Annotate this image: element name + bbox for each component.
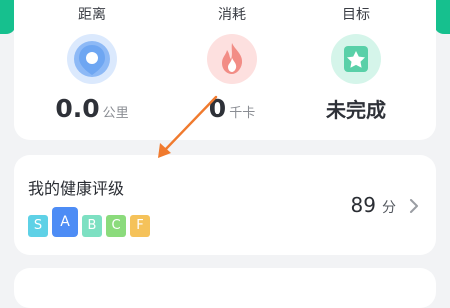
stat-distance-value-row: 0.0 公里 bbox=[22, 94, 162, 123]
next-card bbox=[14, 268, 436, 308]
stat-distance-label: 距离 bbox=[78, 7, 106, 23]
stat-goal[interactable]: 目标 未完成 bbox=[286, 0, 426, 140]
stat-calories-value-row: 0 千卡 bbox=[162, 94, 302, 123]
header-accent-right bbox=[434, 0, 450, 34]
stat-calories[interactable]: 消耗 0 千卡 bbox=[162, 0, 302, 140]
health-score-unit: 分 bbox=[382, 200, 396, 216]
stat-distance-unit: 公里 bbox=[102, 106, 129, 121]
flame-icon bbox=[207, 34, 257, 84]
grade-badge-f: F bbox=[130, 215, 150, 237]
health-score-value: 89 bbox=[350, 193, 376, 217]
grade-badge-c: C bbox=[106, 215, 126, 237]
location-pin-icon bbox=[67, 34, 117, 84]
stat-distance[interactable]: 距离 0.0 公里 bbox=[22, 0, 162, 140]
stat-calories-unit: 千卡 bbox=[229, 106, 256, 121]
health-rating-card[interactable]: 我的健康评级 S A B C F 89 分 bbox=[14, 155, 436, 255]
health-rating-title: 我的健康评级 bbox=[28, 179, 125, 198]
stat-calories-value: 0 bbox=[208, 94, 227, 123]
grade-badge-b: B bbox=[82, 215, 102, 237]
stat-goal-value: 未完成 bbox=[326, 98, 386, 122]
stat-goal-value-row: 未完成 bbox=[286, 94, 426, 123]
star-icon bbox=[331, 34, 381, 84]
grade-badge-s: S bbox=[28, 215, 48, 237]
chevron-right-icon[interactable] bbox=[408, 199, 420, 213]
stat-calories-label: 消耗 bbox=[218, 7, 246, 23]
stats-card: 距离 0.0 公里 消耗 0 千卡 目标 未完成 bbox=[14, 0, 436, 140]
stat-distance-value: 0.0 bbox=[55, 94, 100, 123]
stat-goal-label: 目标 bbox=[342, 7, 370, 23]
grade-badge-a-active: A bbox=[52, 207, 78, 237]
health-score: 89 分 bbox=[351, 193, 396, 217]
